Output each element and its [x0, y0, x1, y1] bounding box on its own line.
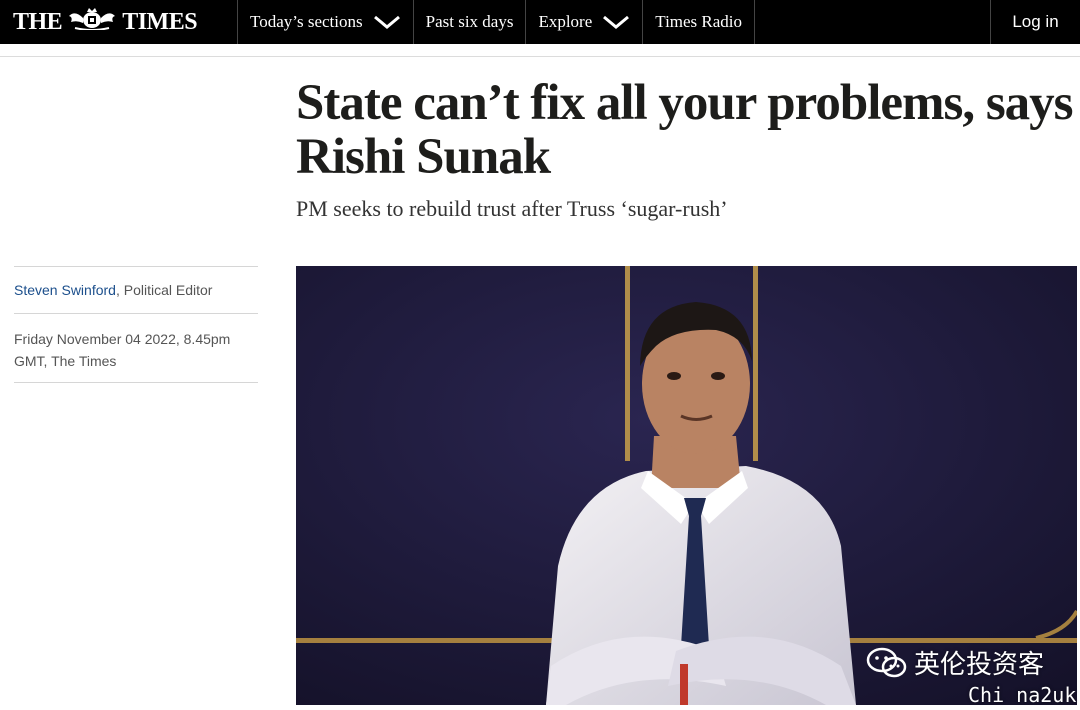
- watermark: 英伦投资客: [866, 644, 1044, 681]
- article-standfirst: PM seeks to rebuild trust after Truss ‘s…: [296, 196, 728, 221]
- watermark-subtext: Chi na2uk: [968, 683, 1077, 707]
- byline-divider: [14, 266, 258, 267]
- login-label: Log in: [1012, 12, 1059, 31]
- login-button[interactable]: Log in: [990, 0, 1080, 44]
- wechat-icon: [866, 646, 908, 680]
- author-link[interactable]: Steven Swinford: [14, 282, 116, 298]
- byline-divider: [14, 382, 258, 383]
- nav-label: Explore: [538, 12, 593, 31]
- nav-label: Past six days: [425, 12, 514, 31]
- logo-text-times: TIMES: [122, 8, 198, 35]
- chevron-down-icon: [602, 14, 630, 30]
- chevron-down-icon: [373, 14, 401, 30]
- article-headline: State can’t fix all your problems, says …: [296, 75, 1074, 185]
- byline: Steven Swinford, Political Editor: [14, 282, 212, 298]
- byline-divider: [14, 313, 258, 314]
- nav-explore[interactable]: Explore: [526, 0, 644, 44]
- article-dateline: Friday November 04 2022, 8.45pm GMT, The…: [14, 331, 231, 369]
- article-hero-image: [296, 266, 1077, 705]
- nav-past-six-days[interactable]: Past six days: [414, 0, 527, 44]
- header-divider: [0, 56, 1080, 57]
- nav-label: Times Radio: [655, 12, 743, 31]
- nav-label: Today’s sections: [250, 12, 363, 31]
- logo-text-the: THE: [13, 8, 63, 35]
- watermark-text: 英伦投资客: [914, 650, 1045, 680]
- royal-crest-icon: [65, 7, 119, 37]
- nav-times-radio[interactable]: Times Radio: [643, 0, 756, 44]
- author-role: , Political Editor: [115, 282, 213, 298]
- times-logo[interactable]: THE TIMES: [0, 0, 238, 44]
- top-navigation: THE TIMES Today’s sections Past six days…: [0, 0, 1080, 44]
- nav-todays-sections[interactable]: Today’s sections: [238, 0, 414, 44]
